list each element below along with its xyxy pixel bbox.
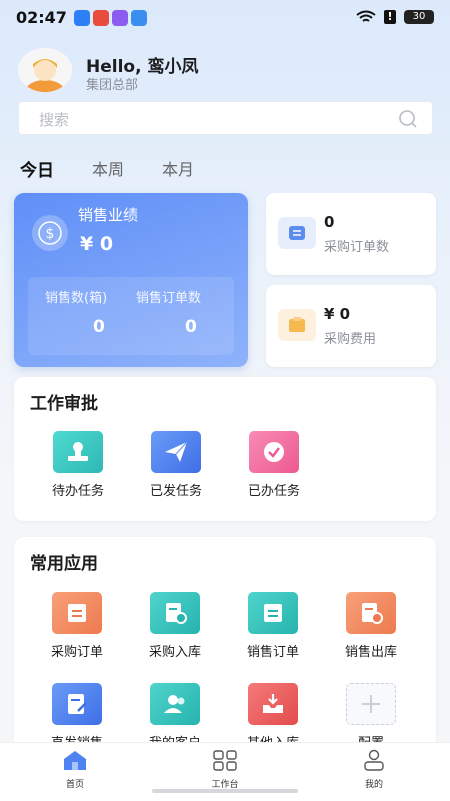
status-bar: 02:47 ! 30 — [0, 0, 450, 36]
period-tabs: 今日 本周 本月 — [20, 156, 232, 181]
paper-plane-icon — [151, 431, 201, 473]
app-purchase-inbound[interactable]: 采购入库 — [126, 592, 224, 660]
sales-title: 销售业绩 — [78, 206, 139, 224]
work-approval-title: 工作审批 — [30, 394, 98, 414]
purchase-order-icon — [52, 592, 102, 634]
svg-text:$: $ — [46, 226, 55, 242]
sales-orders-value: 0 — [185, 317, 197, 337]
tab-this-month[interactable]: 本月 — [162, 156, 194, 181]
search-input[interactable] — [37, 108, 381, 132]
search-icon[interactable] — [398, 109, 418, 129]
plus-icon — [346, 683, 396, 725]
sales-qty-label: 销售数(箱) — [45, 291, 108, 306]
nav-label: 我的 — [364, 780, 383, 790]
common-apps-panel: 常用应用 采购订单 采购入库 销售订单 销售出库 直发销售 我的客户 — [14, 537, 436, 767]
purchase-orders-card[interactable]: 0 采购订单数 — [266, 193, 436, 275]
tab-this-week[interactable]: 本周 — [92, 156, 124, 181]
alert-icon: ! — [384, 10, 396, 24]
app-label: 销售订单 — [246, 645, 299, 660]
approval-item-pending[interactable]: 待办任务 — [29, 431, 127, 499]
common-apps-title: 常用应用 — [30, 554, 98, 574]
app-notification-icon — [74, 10, 90, 26]
workbench-icon — [213, 750, 237, 771]
status-time: 02:47 — [16, 8, 67, 27]
approval-item-label: 已办任务 — [247, 484, 300, 499]
approval-item-label: 待办任务 — [51, 484, 104, 499]
app-label: 采购入库 — [148, 645, 201, 660]
approval-item-sent[interactable]: 已发任务 — [127, 431, 225, 499]
purchase-cost-label: 采购费用 — [324, 332, 377, 347]
nav-label: 首页 — [65, 780, 84, 790]
customers-icon — [150, 683, 200, 725]
app-other-inbound[interactable]: 其他入库 — [224, 683, 322, 751]
app-purchase-order[interactable]: 采购订单 — [28, 592, 126, 660]
other-inbound-icon — [248, 683, 298, 725]
purchase-inbound-icon — [150, 592, 200, 634]
nav-item-profile[interactable]: 我的 — [334, 749, 414, 790]
sales-outbound-icon — [346, 592, 396, 634]
sales-order-icon — [248, 592, 298, 634]
home-indicator — [152, 789, 298, 793]
purchase-orders-value: 0 — [324, 213, 335, 231]
home-icon — [64, 751, 86, 770]
purchase-orders-icon — [278, 217, 316, 249]
tab-today[interactable]: 今日 — [20, 156, 54, 181]
nav-item-workbench[interactable]: 工作台 — [185, 749, 265, 790]
app-direct-sales[interactable]: 直发销售 — [28, 683, 126, 751]
purchase-cost-value: ¥ 0 — [324, 305, 351, 323]
purchase-orders-label: 采购订单数 — [324, 240, 390, 255]
profile-icon — [364, 749, 384, 771]
app-sales-order[interactable]: 销售订单 — [224, 592, 322, 660]
approval-item-done[interactable]: 已办任务 — [225, 431, 323, 499]
app-my-customers[interactable]: 我的客户 — [126, 683, 224, 751]
department: 集团总部 — [86, 78, 139, 93]
battery-icon: 30 — [404, 10, 434, 24]
direct-sales-icon — [52, 683, 102, 725]
app-sales-outbound[interactable]: 销售出库 — [322, 592, 420, 660]
wifi-icon — [356, 10, 376, 22]
app-notification-icon — [112, 10, 128, 26]
sales-orders-label: 销售订单数 — [136, 291, 202, 306]
app-config[interactable]: 配置 — [322, 683, 420, 751]
user-header: Hello, 鸾小凤 集团总部 — [18, 48, 438, 93]
sales-stats: 销售数(箱) 0 销售订单数 0 — [28, 277, 234, 355]
sales-performance-card[interactable]: $ 销售业绩 ¥ 0 销售数(箱) 0 销售订单数 0 — [14, 193, 248, 367]
notification-icons — [74, 10, 147, 26]
app-notification-icon — [93, 10, 109, 26]
check-circle-icon — [249, 431, 299, 473]
avatar[interactable] — [18, 48, 72, 92]
sales-qty-value: 0 — [93, 317, 105, 337]
approval-item-label: 已发任务 — [149, 484, 202, 499]
app-label: 销售出库 — [344, 645, 397, 660]
purchase-cost-card[interactable]: ¥ 0 采购费用 — [266, 285, 436, 367]
nav-item-home[interactable]: 首页 — [35, 749, 115, 790]
app-label: 采购订单 — [50, 645, 103, 660]
stamp-icon — [53, 431, 103, 473]
work-approval-panel: 工作审批 待办任务 已发任务 已办任务 — [14, 377, 436, 521]
search-bar[interactable] — [18, 101, 433, 135]
dollar-coin-icon: $ — [32, 215, 68, 251]
sales-amount: ¥ 0 — [80, 233, 114, 255]
app-notification-icon — [131, 10, 147, 26]
purchase-cost-icon — [278, 309, 316, 341]
